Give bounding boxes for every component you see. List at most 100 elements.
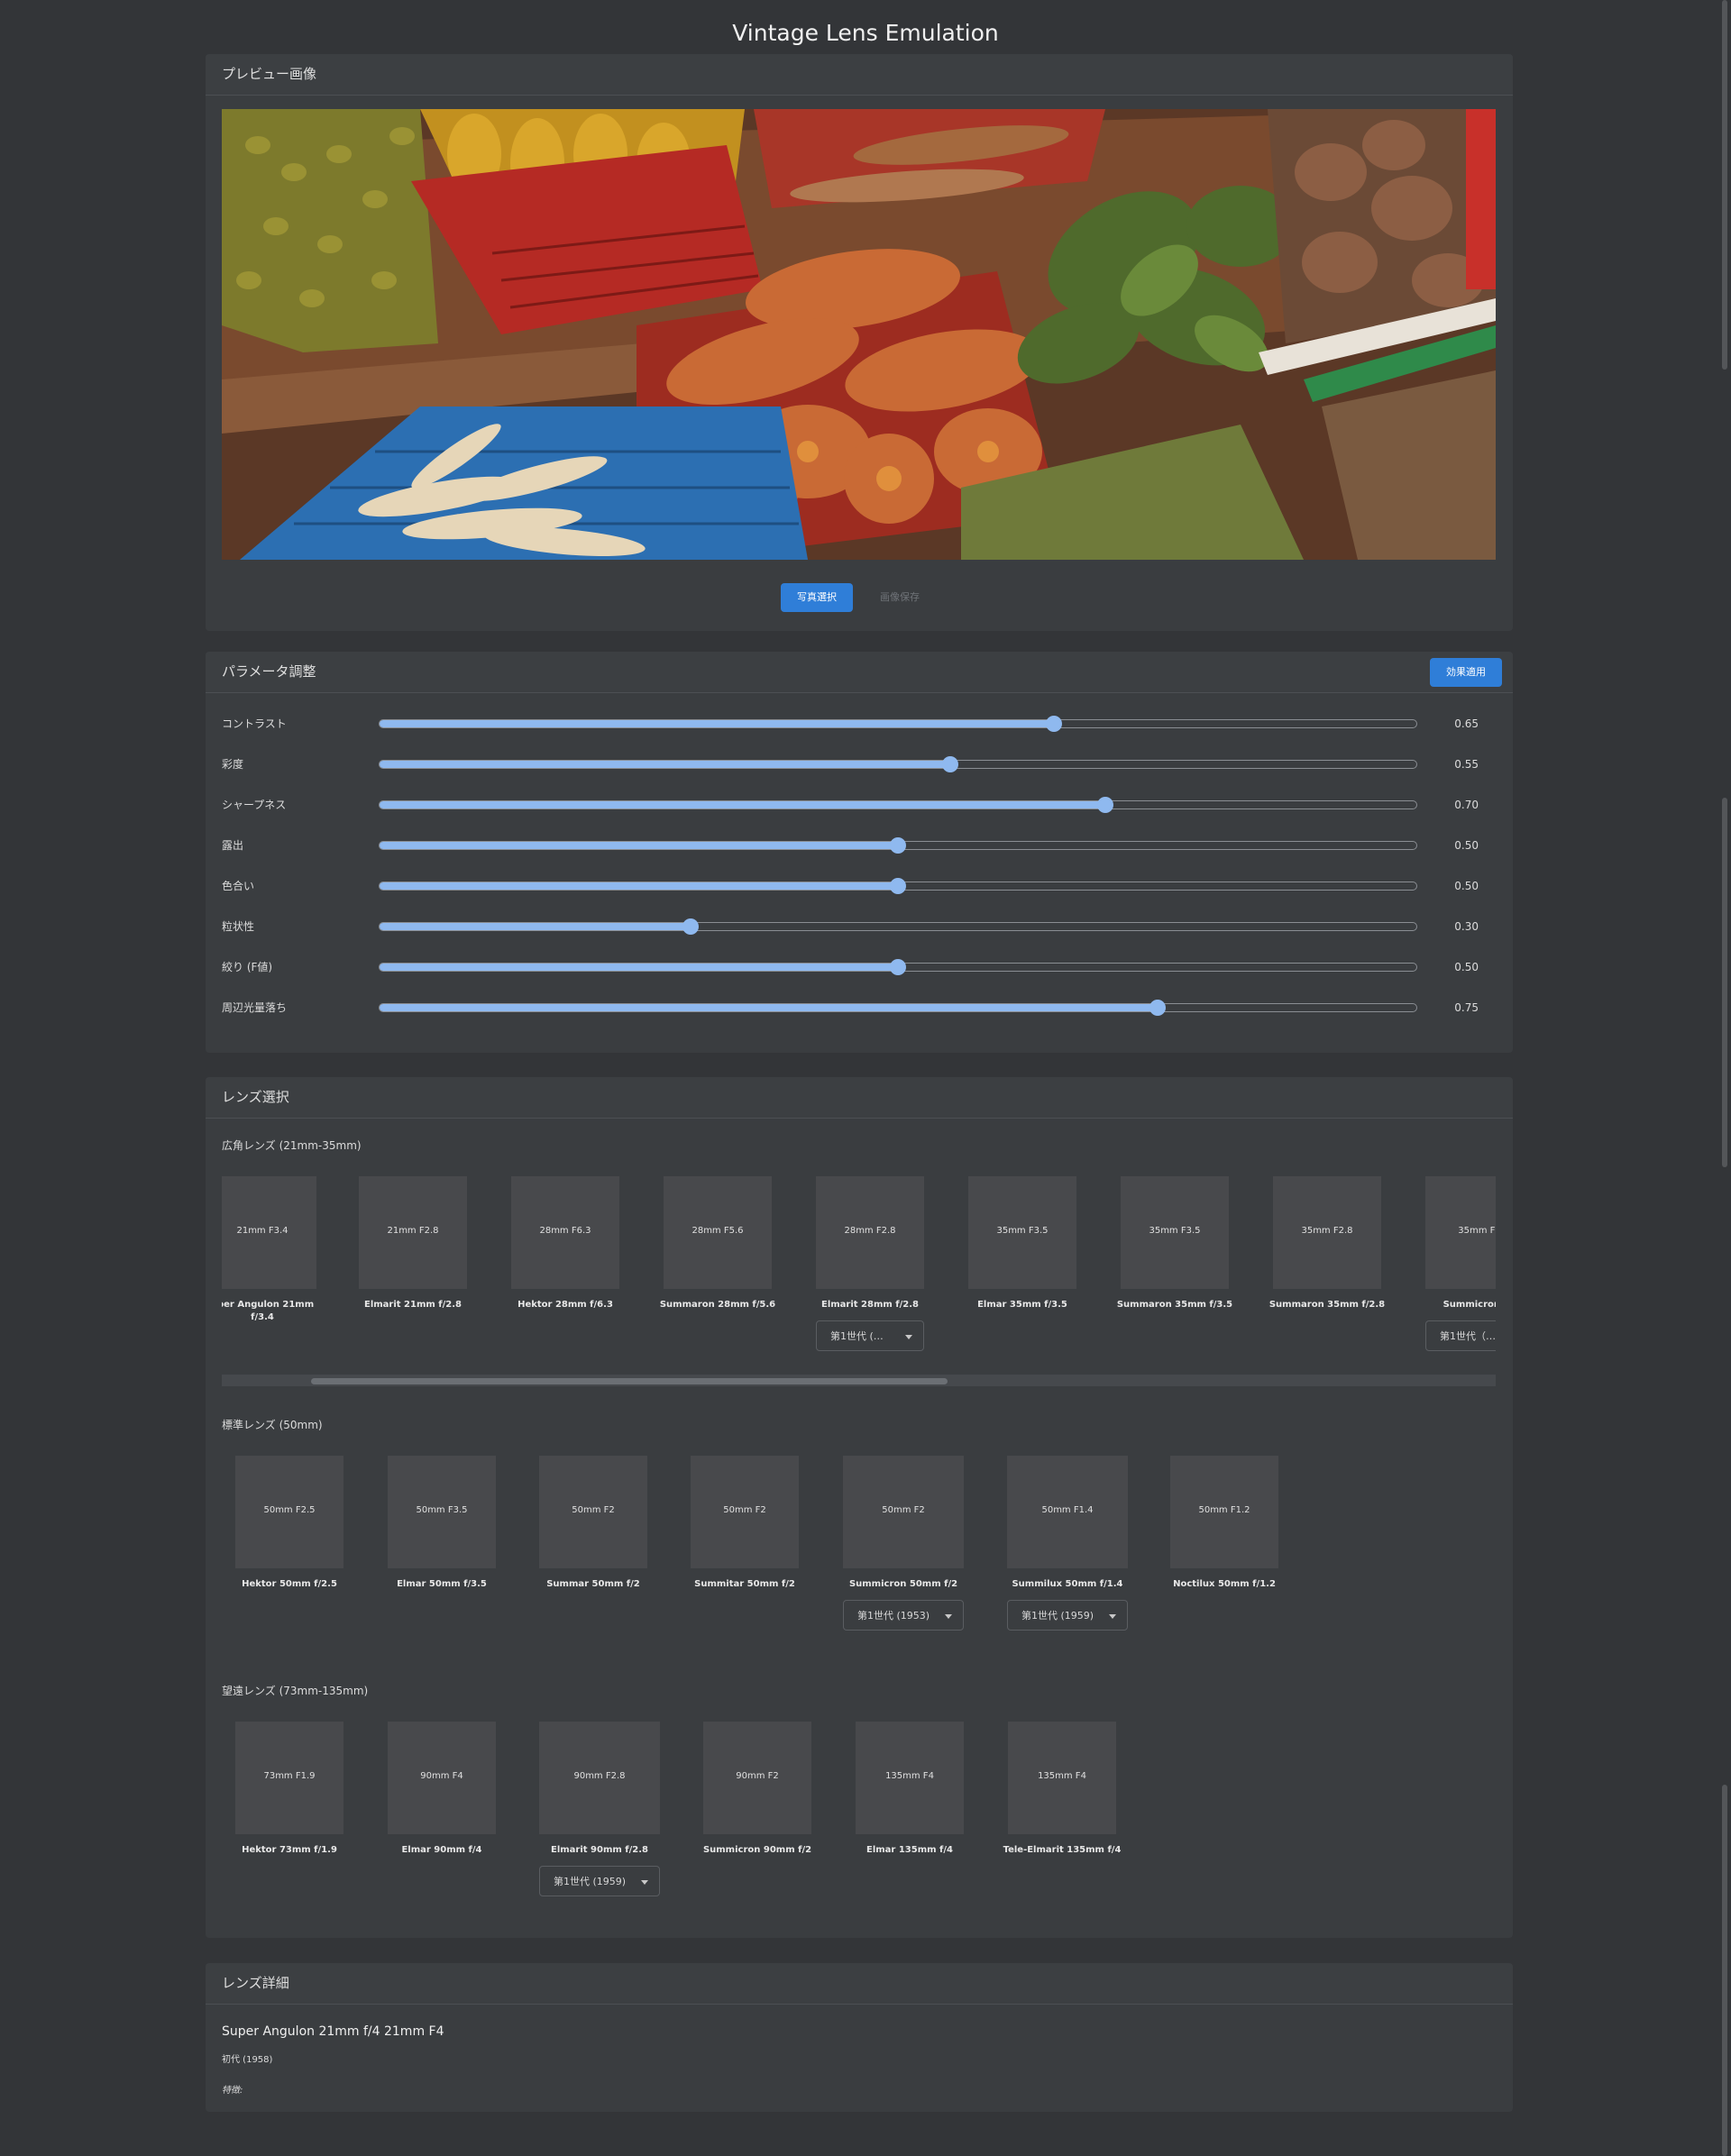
param-value: 0.50 (1454, 961, 1479, 973)
param-slider-thumb[interactable] (1097, 797, 1113, 813)
lens-thumbnail[interactable]: 90mm F4 (388, 1722, 496, 1834)
lens-thumbnail[interactable]: 35mm F3.5 (1121, 1176, 1229, 1289)
wide-lens-scrollbar[interactable] (222, 1375, 1496, 1386)
lens-card[interactable]: 28mm F5.6 Summaron 28mm f/5.6 (660, 1176, 775, 1357)
generation-select[interactable]: 第1世代 (1959) (539, 1866, 660, 1896)
lens-card[interactable]: 90mm F4 Elmar 90mm f/4 (388, 1722, 496, 1902)
param-slider[interactable] (379, 959, 1417, 975)
param-slider-thumb[interactable] (1149, 1000, 1166, 1016)
lens-spec: 90mm F2 (736, 1771, 779, 1781)
lens-name: Summilux 50mm f/1.4 (1012, 1579, 1123, 1589)
wide-lens-scrollbar-thumb[interactable] (310, 1378, 948, 1384)
generation-select-value: 第1世代（… (1440, 1330, 1496, 1342)
param-row: 露出 0.50 (206, 836, 1513, 854)
param-value: 0.70 (1454, 799, 1479, 811)
param-slider[interactable] (379, 878, 1417, 894)
param-row: コントラスト 0.65 (206, 715, 1513, 733)
lens-card[interactable]: 35mm F2 Summicron 35 第1世代（… (1425, 1176, 1496, 1357)
lens-spec: 21mm F3.4 (236, 1226, 288, 1236)
lens-spec: 21mm F2.8 (387, 1226, 439, 1236)
lens-name: Hektor 28mm f/6.3 (517, 1300, 613, 1310)
lens-card[interactable]: 21mm F2.8 Elmarit 21mm f/2.8 (359, 1176, 467, 1357)
lens-card[interactable]: 21mm F3.4 uper Angulon 21mm f/3.4 (222, 1176, 316, 1357)
lens-card[interactable]: 35mm F2.8 Summaron 35mm f/2.8 (1269, 1176, 1385, 1357)
window-scrollbar[interactable] (1720, 0, 1731, 2156)
param-slider[interactable] (379, 797, 1417, 813)
lens-thumbnail[interactable]: 35mm F2 (1425, 1176, 1496, 1289)
lens-thumbnail[interactable]: 90mm F2 (703, 1722, 811, 1834)
lens-card[interactable]: 73mm F1.9 Hektor 73mm f/1.9 (235, 1722, 343, 1902)
lens-card[interactable]: 35mm F3.5 Elmar 35mm f/3.5 (968, 1176, 1076, 1357)
lens-thumbnail[interactable]: 135mm F4 (856, 1722, 964, 1834)
lens-card[interactable]: 50mm F3.5 Elmar 50mm f/3.5 (388, 1456, 496, 1636)
param-row: 周辺光量落ち 0.75 (206, 999, 1513, 1017)
param-slider[interactable] (379, 837, 1417, 854)
window-scrollbar-thumb-2[interactable] (1722, 798, 1727, 1167)
param-slider-thumb[interactable] (941, 756, 958, 772)
window-scrollbar-thumb-3[interactable] (1722, 1785, 1727, 2156)
lens-thumbnail[interactable]: 50mm F1.4 (1007, 1456, 1128, 1568)
lens-thumbnail[interactable]: 21mm F3.4 (222, 1176, 316, 1289)
param-slider[interactable] (379, 716, 1417, 732)
lens-thumbnail[interactable]: 50mm F2 (539, 1456, 647, 1568)
lens-thumbnail[interactable]: 50mm F2.5 (235, 1456, 343, 1568)
param-label: 彩度 (222, 758, 244, 771)
param-slider-fill (380, 882, 898, 890)
lens-card[interactable]: 135mm F4 Tele-Elmarit 135mm f/4 (1003, 1722, 1121, 1902)
lens-spec: 50mm F2 (882, 1505, 925, 1515)
param-row: 絞り (F値) 0.50 (206, 958, 1513, 976)
window-scrollbar-thumb-1[interactable] (1722, 0, 1727, 370)
lens-card[interactable]: 90mm F2.8 Elmarit 90mm f/2.8 第1世代 (1959) (539, 1722, 660, 1902)
lens-spec: 50mm F2 (572, 1505, 615, 1515)
lens-card[interactable]: 50mm F2 Summar 50mm f/2 (539, 1456, 647, 1636)
generation-select[interactable]: 第1世代 (1959) (1007, 1600, 1128, 1631)
lens-thumbnail[interactable]: 28mm F2.8 (816, 1176, 924, 1289)
lens-card[interactable]: 50mm F1.2 Noctilux 50mm f/1.2 (1170, 1456, 1278, 1636)
param-slider-thumb[interactable] (682, 918, 699, 935)
lens-thumbnail[interactable]: 135mm F4 (1008, 1722, 1116, 1834)
lens-card[interactable]: 50mm F2 Summicron 50mm f/2 第1世代 (1953) (843, 1456, 964, 1636)
lens-spec: 50mm F3.5 (416, 1505, 468, 1515)
generation-select[interactable]: 第1世代（… (1425, 1320, 1496, 1351)
lens-card[interactable]: 50mm F2.5 Hektor 50mm f/2.5 (235, 1456, 343, 1636)
lens-thumbnail[interactable]: 28mm F6.3 (511, 1176, 619, 1289)
param-slider[interactable] (379, 918, 1417, 935)
lens-spec: 35mm F2.8 (1301, 1226, 1353, 1236)
param-label: 粒状性 (222, 920, 255, 933)
lens-name: Elmarit 90mm f/2.8 (550, 1845, 648, 1855)
lens-thumbnail[interactable]: 28mm F5.6 (664, 1176, 772, 1289)
param-slider[interactable] (379, 756, 1417, 772)
save-image-button[interactable]: 画像保存 (864, 583, 936, 612)
lens-spec: 90mm F2.8 (573, 1771, 626, 1781)
lens-name: Elmar 135mm f/4 (866, 1845, 953, 1855)
lens-selection-panel-title: レンズ選択 (222, 1089, 289, 1105)
lens-card[interactable]: 135mm F4 Elmar 135mm f/4 (856, 1722, 964, 1902)
lens-thumbnail[interactable]: 50mm F3.5 (388, 1456, 496, 1568)
param-slider-thumb[interactable] (890, 878, 906, 894)
lens-card[interactable]: 28mm F2.8 Elmarit 28mm f/2.8 第1世代 (… (816, 1176, 924, 1357)
select-photo-button[interactable]: 写真選択 (781, 583, 853, 612)
lens-card[interactable]: 50mm F2 Summitar 50mm f/2 (691, 1456, 799, 1636)
lens-card[interactable]: 90mm F2 Summicron 90mm f/2 (703, 1722, 811, 1902)
lens-thumbnail[interactable]: 50mm F1.2 (1170, 1456, 1278, 1568)
lens-card[interactable]: 28mm F6.3 Hektor 28mm f/6.3 (511, 1176, 619, 1357)
lens-thumbnail[interactable]: 21mm F2.8 (359, 1176, 467, 1289)
apply-effect-button[interactable]: 効果適用 (1430, 658, 1502, 687)
param-label: 周辺光量落ち (222, 1001, 288, 1014)
lens-thumbnail[interactable]: 50mm F2 (691, 1456, 799, 1568)
chevron-down-icon (1109, 1614, 1116, 1619)
lens-thumbnail[interactable]: 35mm F3.5 (968, 1176, 1076, 1289)
param-slider-thumb[interactable] (890, 837, 906, 854)
param-row: シャープネス 0.70 (206, 796, 1513, 814)
param-slider[interactable] (379, 1000, 1417, 1016)
lens-thumbnail[interactable]: 90mm F2.8 (539, 1722, 660, 1834)
generation-select[interactable]: 第1世代 (1953) (843, 1600, 964, 1631)
lens-thumbnail[interactable]: 50mm F2 (843, 1456, 964, 1568)
param-slider-thumb[interactable] (890, 959, 906, 975)
param-slider-thumb[interactable] (1045, 716, 1062, 732)
lens-thumbnail[interactable]: 73mm F1.9 (235, 1722, 343, 1834)
lens-thumbnail[interactable]: 35mm F2.8 (1273, 1176, 1381, 1289)
generation-select[interactable]: 第1世代 (… (816, 1320, 924, 1351)
lens-card[interactable]: 50mm F1.4 Summilux 50mm f/1.4 第1世代 (1959) (1007, 1456, 1128, 1636)
lens-card[interactable]: 35mm F3.5 Summaron 35mm f/3.5 (1117, 1176, 1232, 1357)
